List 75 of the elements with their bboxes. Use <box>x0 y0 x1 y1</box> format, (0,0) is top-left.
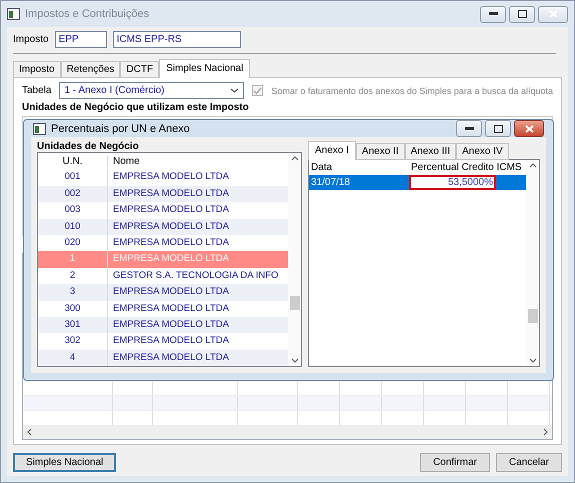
name-cell-text: EMPRESA MODELO LTDA <box>112 170 230 184</box>
close-icon <box>524 124 534 132</box>
horizontal-scrollbar[interactable] <box>23 425 552 439</box>
name-cell-text: EMPRESA MODELO LTDA <box>112 252 230 266</box>
name-cell-text: EMPRESA MODELO LTDA <box>112 186 230 201</box>
list-row[interactable]: 300 EMPRESA MODELO LTDA <box>38 300 288 317</box>
tab[interactable]: Anexo IV <box>456 143 509 160</box>
dialog-title: Percentuais por UN e Anexo <box>51 122 191 134</box>
date-cell-text: 31/07/18 <box>310 177 351 188</box>
close-button[interactable] <box>514 120 544 137</box>
checkbox-label: Somar o faturamento dos anexos do Simples para a busca da alíquota <box>271 86 553 96</box>
description-field[interactable]: ICMS EPP-RS <box>112 31 241 48</box>
minimize-button[interactable] <box>456 120 482 137</box>
window-title: Impostos e Contribuições <box>25 8 150 20</box>
tabela-label: Tabela <box>22 85 52 96</box>
name-cell-text: EMPRESA MODELO LTDA <box>112 334 230 348</box>
list-row[interactable]: 3 EMPRESA MODELO LTDA <box>38 284 288 301</box>
checkbox[interactable] <box>252 85 264 96</box>
list-row[interactable]: 010 EMPRESA MODELO LTDA <box>38 218 288 235</box>
window-icon <box>33 122 46 134</box>
name-cell-text: EMPRESA MODELO LTDA <box>112 236 230 250</box>
name-cell-text: EMPRESA MODELO LTDA <box>112 318 230 332</box>
scroll-left-icon[interactable] <box>27 428 32 436</box>
vertical-scrollbar[interactable] <box>288 153 301 366</box>
dialog-button[interactable]: Simples Nacional <box>13 453 116 472</box>
un-cell: 4 <box>38 350 108 366</box>
scroll-down-icon[interactable] <box>290 358 298 364</box>
caret-icon <box>230 88 240 93</box>
group-title: Unidades de Negócio <box>37 141 140 152</box>
window-icon <box>7 8 20 20</box>
close-icon <box>548 10 558 18</box>
column-header: U.N. <box>38 156 108 167</box>
column-header: Nome <box>112 156 141 167</box>
imposto-label: Imposto <box>13 34 49 45</box>
scroll-up-icon[interactable] <box>290 156 298 161</box>
dialog-button[interactable]: Cancelar <box>496 453 562 472</box>
name-cell-text: EMPRESA MODELO LTDA <box>112 302 230 316</box>
scroll-right-icon[interactable] <box>543 428 548 436</box>
scrollbar-thumb[interactable] <box>290 296 300 310</box>
scroll-up-icon[interactable] <box>528 163 536 168</box>
tab[interactable]: Anexo I <box>308 141 356 160</box>
code-field[interactable]: EPP <box>54 31 107 48</box>
maximize-button[interactable] <box>509 6 535 22</box>
name-cell-text: EMPRESA MODELO LTDA <box>112 285 230 300</box>
list-row[interactable]: 4 EMPRESA MODELO LTDA <box>38 350 288 366</box>
tab[interactable]: Anexo II <box>356 143 405 160</box>
column-header: Data <box>310 162 334 173</box>
vertical-scrollbar[interactable] <box>526 160 539 366</box>
list-row[interactable]: 002 EMPRESA MODELO LTDA <box>38 186 288 202</box>
minimize-icon <box>488 12 498 16</box>
tabela-dropdown[interactable]: 1 - Anexo I (Comércio) <box>59 82 244 99</box>
list-row[interactable]: 020 EMPRESA MODELO LTDA <box>38 234 288 252</box>
tab[interactable]: Simples Nacional <box>159 59 250 78</box>
list-row[interactable]: 2 GESTOR S.A. TECNOLOGIA DA INFO <box>38 268 288 284</box>
maximize-icon <box>518 10 526 18</box>
name-cell-text: EMPRESA MODELO LTDA <box>112 220 230 234</box>
tab[interactable]: Imposto <box>13 61 61 78</box>
table-row[interactable]: 31/07/18 53,5000% <box>309 175 526 190</box>
scrollbar-thumb[interactable] <box>528 309 538 324</box>
percent-field[interactable]: 53,5000% <box>409 175 496 190</box>
name-cell-text: EMPRESA MODELO LTDA <box>112 350 230 365</box>
list-row[interactable]: 301 EMPRESA MODELO LTDA <box>38 316 288 334</box>
minimize-icon <box>464 126 474 130</box>
tab[interactable]: Anexo III <box>404 143 456 160</box>
name-cell-text: EMPRESA MODELO LTDA <box>112 203 230 218</box>
tab[interactable]: Retenções <box>60 61 120 78</box>
scroll-down-icon[interactable] <box>528 358 536 364</box>
column-header: Percentual Credito ICMS <box>410 162 523 173</box>
minimize-button[interactable] <box>480 6 506 22</box>
dialog-button[interactable]: Confirmar <box>420 453 490 472</box>
tab[interactable]: DCTF <box>120 61 160 78</box>
maximize-icon <box>494 124 502 132</box>
maximize-button[interactable] <box>485 120 511 137</box>
name-cell-text: GESTOR S.A. TECNOLOGIA DA INFO <box>112 268 280 283</box>
group-title: Unidades de Negócio que utilizam este Imposto <box>22 102 250 113</box>
